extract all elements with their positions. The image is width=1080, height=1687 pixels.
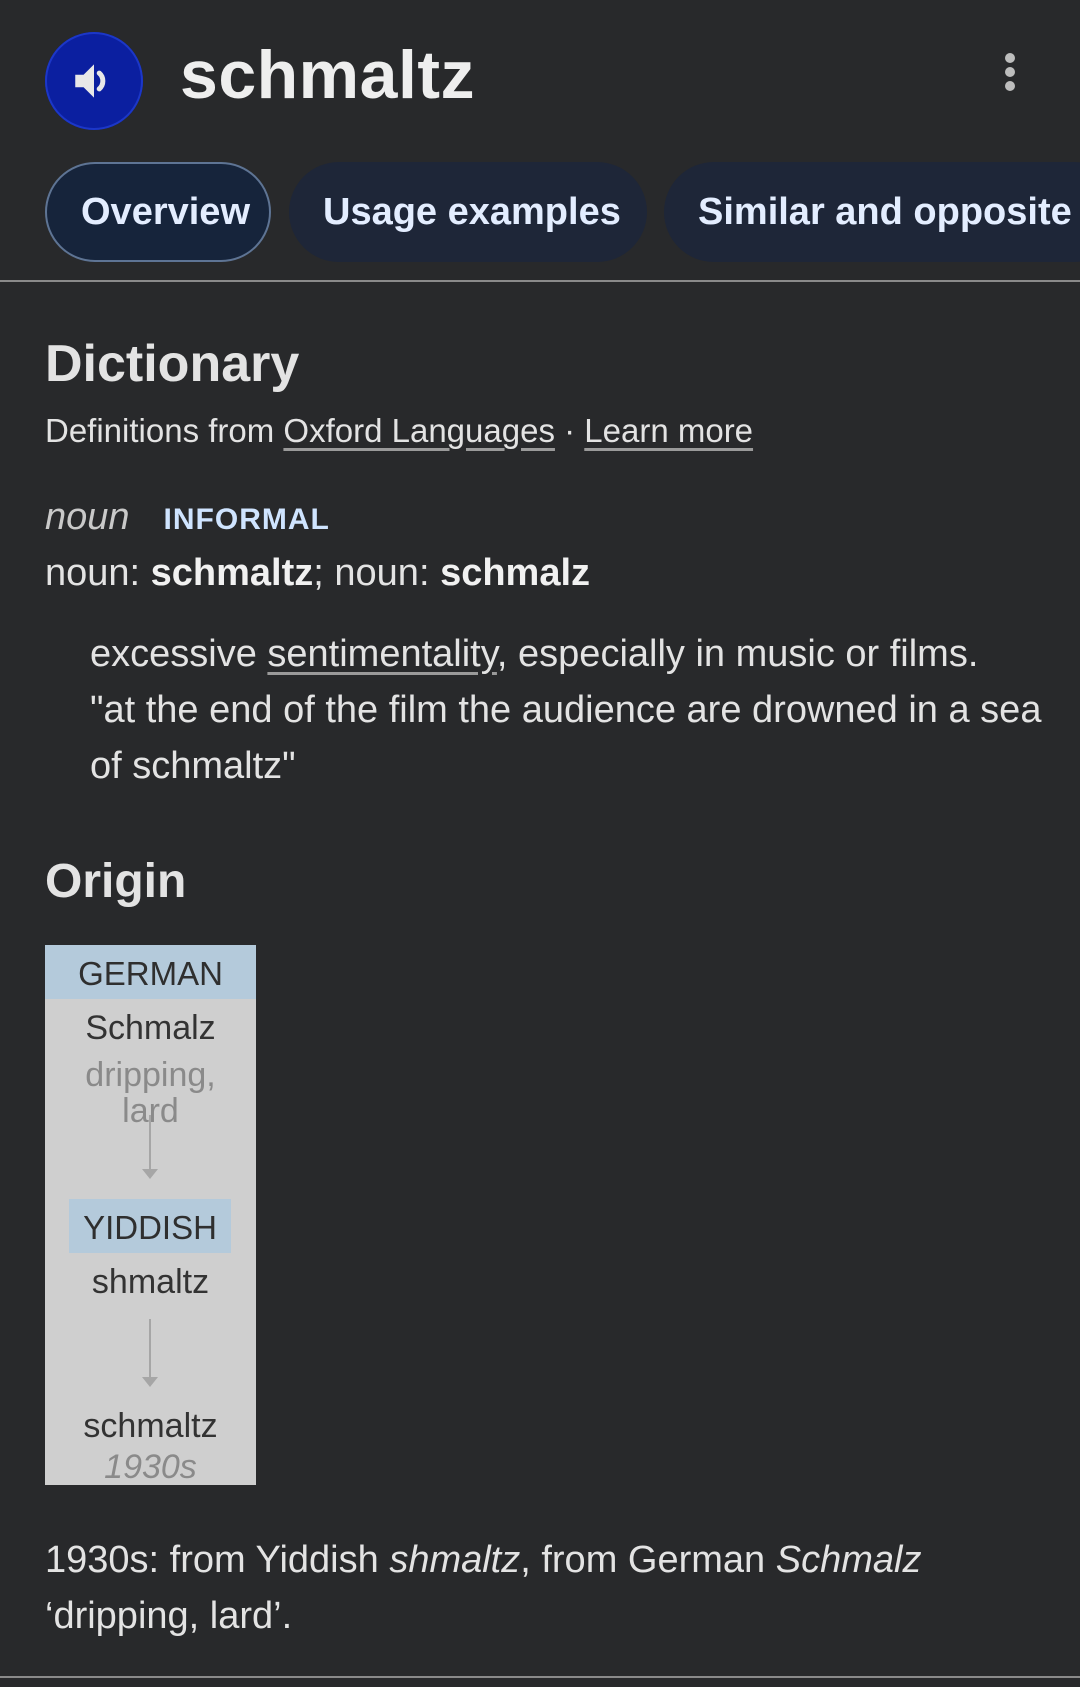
etymology-language: YIDDISH — [69, 1199, 231, 1253]
etymology-arrow — [149, 1115, 151, 1171]
divider — [0, 280, 1080, 282]
definitions-source: Definitions from Oxford Languages · Lear… — [45, 412, 753, 450]
etymology-word: shmaltz — [91, 1263, 210, 1301]
origin-text-italic: Schmalz — [775, 1539, 922, 1581]
etymology-arrowhead — [142, 1377, 158, 1387]
etymology-language: GERMAN — [45, 945, 256, 999]
etymology-gloss: dripping, — [85, 1056, 216, 1094]
word-form: schmaltz — [150, 552, 314, 594]
oxford-languages-link[interactable]: Oxford Languages — [283, 412, 555, 449]
form-label: noun: — [334, 552, 441, 594]
more-vert-icon — [1005, 53, 1015, 91]
origin-text-italic: shmaltz — [389, 1539, 521, 1581]
speaker-volume-icon — [75, 64, 106, 98]
tab-overview[interactable]: Overview — [45, 162, 271, 262]
definition-text: excessive — [90, 633, 268, 675]
source-separator: · — [554, 412, 585, 449]
definition-text: , especially in music or films. — [496, 633, 979, 675]
origin-text-part: , from German — [520, 1539, 776, 1581]
word-forms: noun: schmaltz; noun: schmalz — [45, 552, 590, 595]
learn-more-link[interactable]: Learn more — [584, 412, 753, 449]
definition: excessive sentimentality, especially in … — [90, 626, 1050, 794]
word-form: schmalz — [440, 552, 591, 594]
header: schmaltz — [0, 0, 1080, 160]
origin-title: Origin — [45, 855, 187, 908]
etymology-arrow — [149, 1319, 151, 1379]
origin-text-part: ‘dripping, lard’. — [45, 1595, 293, 1637]
register-label: INFORMAL — [163, 503, 330, 536]
tab-bar: Overview Usage examples Similar and oppo… — [0, 162, 1080, 264]
etymology-arrowhead — [142, 1169, 158, 1179]
sentimentality-link[interactable]: sentimentality — [267, 633, 497, 675]
origin-text: 1930s: from Yiddish shmaltz, from German… — [45, 1532, 1045, 1644]
etymology-diagram[interactable]: GERMAN Schmalz dripping, lard YIDDISH sh… — [45, 945, 256, 1486]
tab-similar-opposite[interactable]: Similar and opposite w — [664, 162, 1080, 262]
form-separator: ; — [313, 552, 335, 594]
etymology-word: schmaltz — [83, 1407, 218, 1445]
etymology-word: Schmalz — [85, 1009, 216, 1047]
divider — [0, 1676, 1080, 1678]
dictionary-title: Dictionary — [45, 335, 300, 393]
headword: schmaltz — [180, 37, 475, 113]
pronunciation-button[interactable] — [45, 32, 143, 130]
form-label: noun: — [45, 552, 151, 594]
usage-example: "at the end of the film the audience are… — [90, 689, 1042, 787]
more-options-button[interactable] — [990, 44, 1030, 100]
part-of-speech-line: noun INFORMAL — [45, 496, 330, 539]
tab-usage-examples[interactable]: Usage examples — [289, 162, 647, 262]
part-of-speech: noun — [45, 496, 130, 538]
source-prefix: Definitions from — [45, 412, 284, 449]
etymology-date: 1930s — [104, 1448, 197, 1486]
origin-text-part: 1930s: from Yiddish — [45, 1539, 390, 1581]
